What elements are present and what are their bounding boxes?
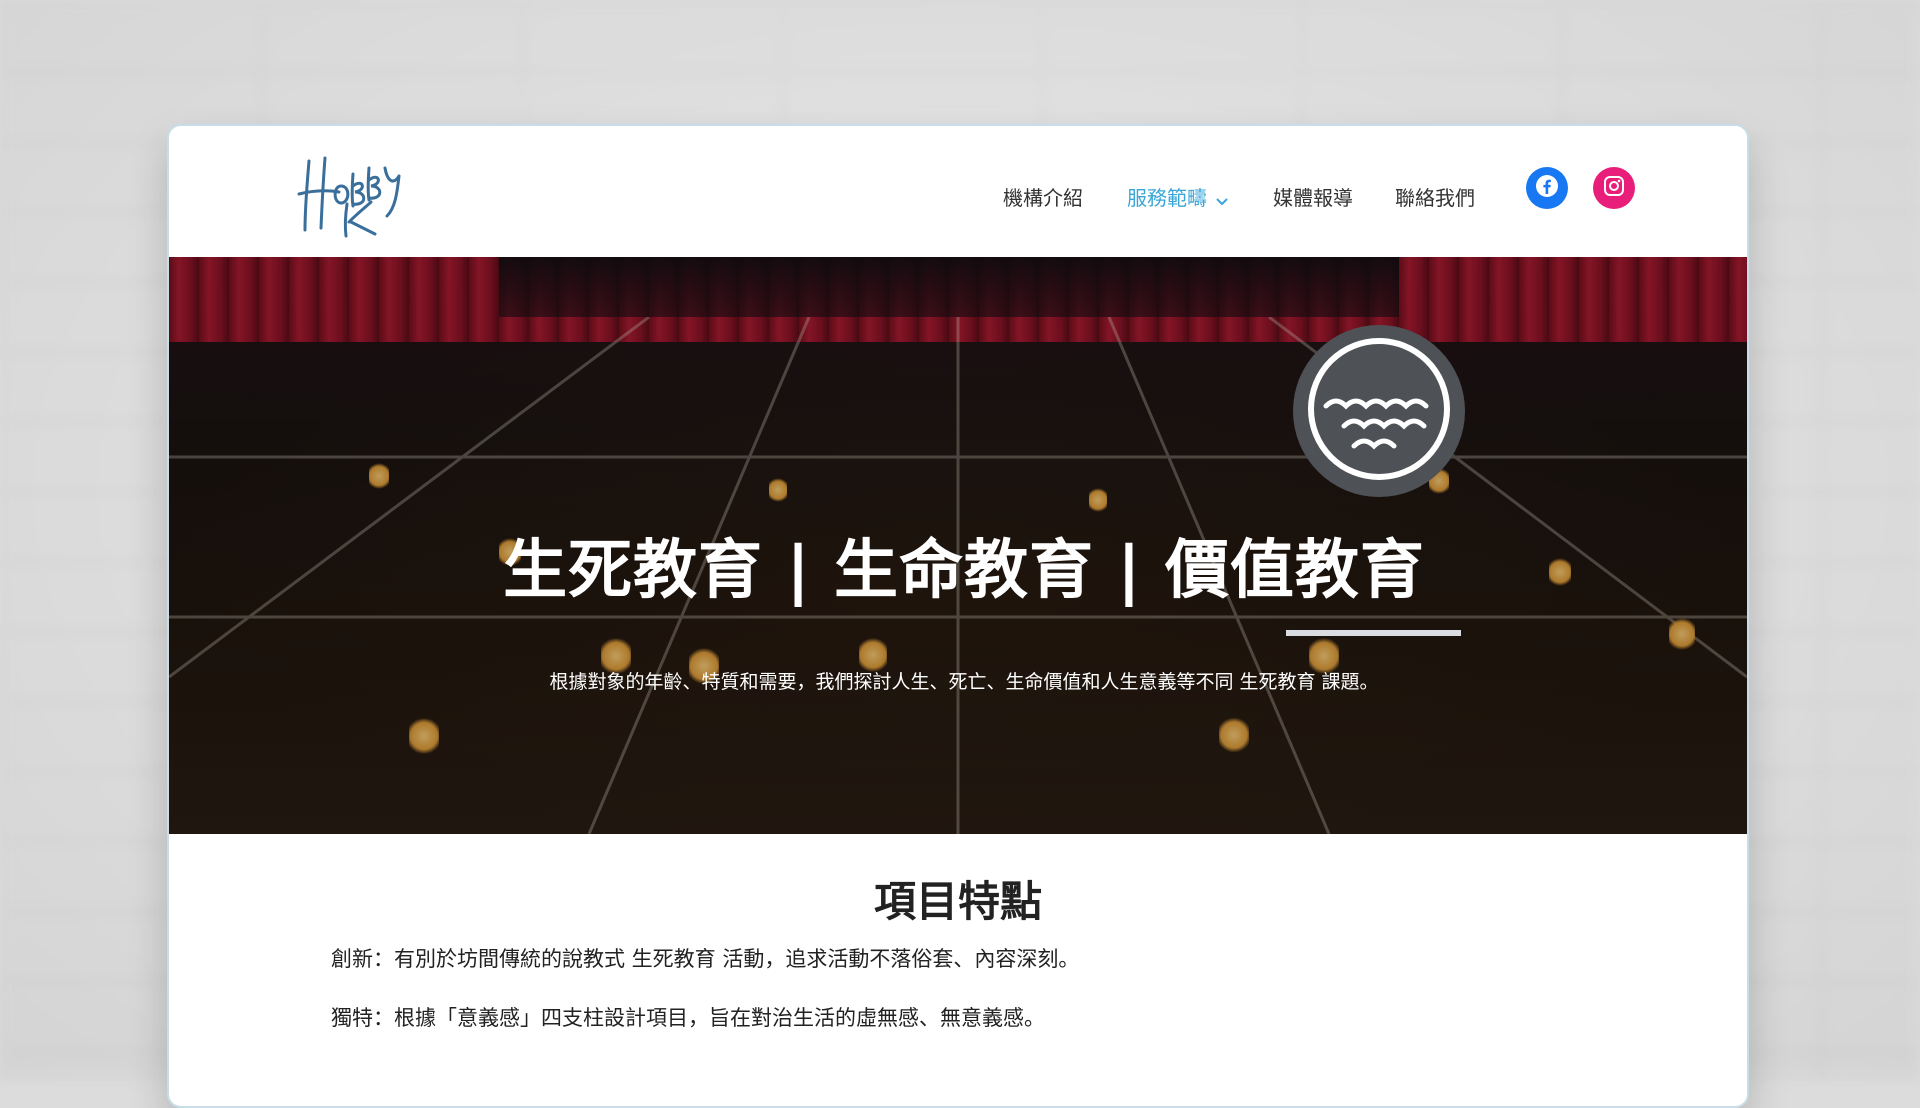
instagram-icon [1603, 175, 1625, 201]
facebook-icon [1535, 174, 1559, 202]
feature-paragraph: 獨特：根據「意義感」四支柱設計項目，旨在對治生活的虛無感、無意義感。 [331, 1006, 1045, 1030]
site-header: 機構介紹 服務範疇 媒體報導 聯絡我們 [169, 126, 1747, 257]
chevron-down-icon [1215, 180, 1229, 220]
hero-title-part: 生死教育 [503, 534, 764, 608]
feature-paragraph: 創新：有別於坊間傳統的說教式 生死教育 活動，追求活動不落俗套、內容深刻。 [331, 947, 1080, 971]
waves-icon [1304, 334, 1454, 488]
hero-title: 生死教育 | 生命教育 | 價值教育 [169, 519, 1747, 611]
waves-badge [1293, 325, 1465, 497]
nav-item-about[interactable]: 機構介紹 [1003, 178, 1083, 218]
hero-subtitle: 根據對象的年齡、特質和需要，我們探討人生、死亡、生命價值和人生意義等不同 生死教… [549, 671, 1379, 693]
main-nav: 機構介紹 服務範疇 媒體報導 聯絡我們 [169, 178, 1747, 218]
hero-title-separator: | [763, 534, 834, 608]
hero-title-separator: | [1094, 534, 1165, 608]
hero-divider [1286, 630, 1461, 636]
browser-frame: 機構介紹 服務範疇 媒體報導 聯絡我們 生死教育 | 生命教育 | 價值教育 根… [167, 124, 1749, 1108]
instagram-link[interactable] [1593, 167, 1635, 209]
nav-item-contact[interactable]: 聯絡我們 [1395, 178, 1475, 218]
hero-title-part: 生命教育 [834, 534, 1094, 608]
section-title: 項目特點 [873, 877, 1042, 926]
hero-title-part: 價值教育 [1164, 534, 1425, 608]
nav-item-services[interactable]: 服務範疇 [1127, 178, 1229, 220]
nav-item-media[interactable]: 媒體報導 [1273, 178, 1353, 218]
facebook-link[interactable] [1526, 167, 1568, 209]
hero-banner: 生死教育 | 生命教育 | 價值教育 根據對象的年齡、特質和需要，我們探討人生、… [169, 257, 1747, 834]
